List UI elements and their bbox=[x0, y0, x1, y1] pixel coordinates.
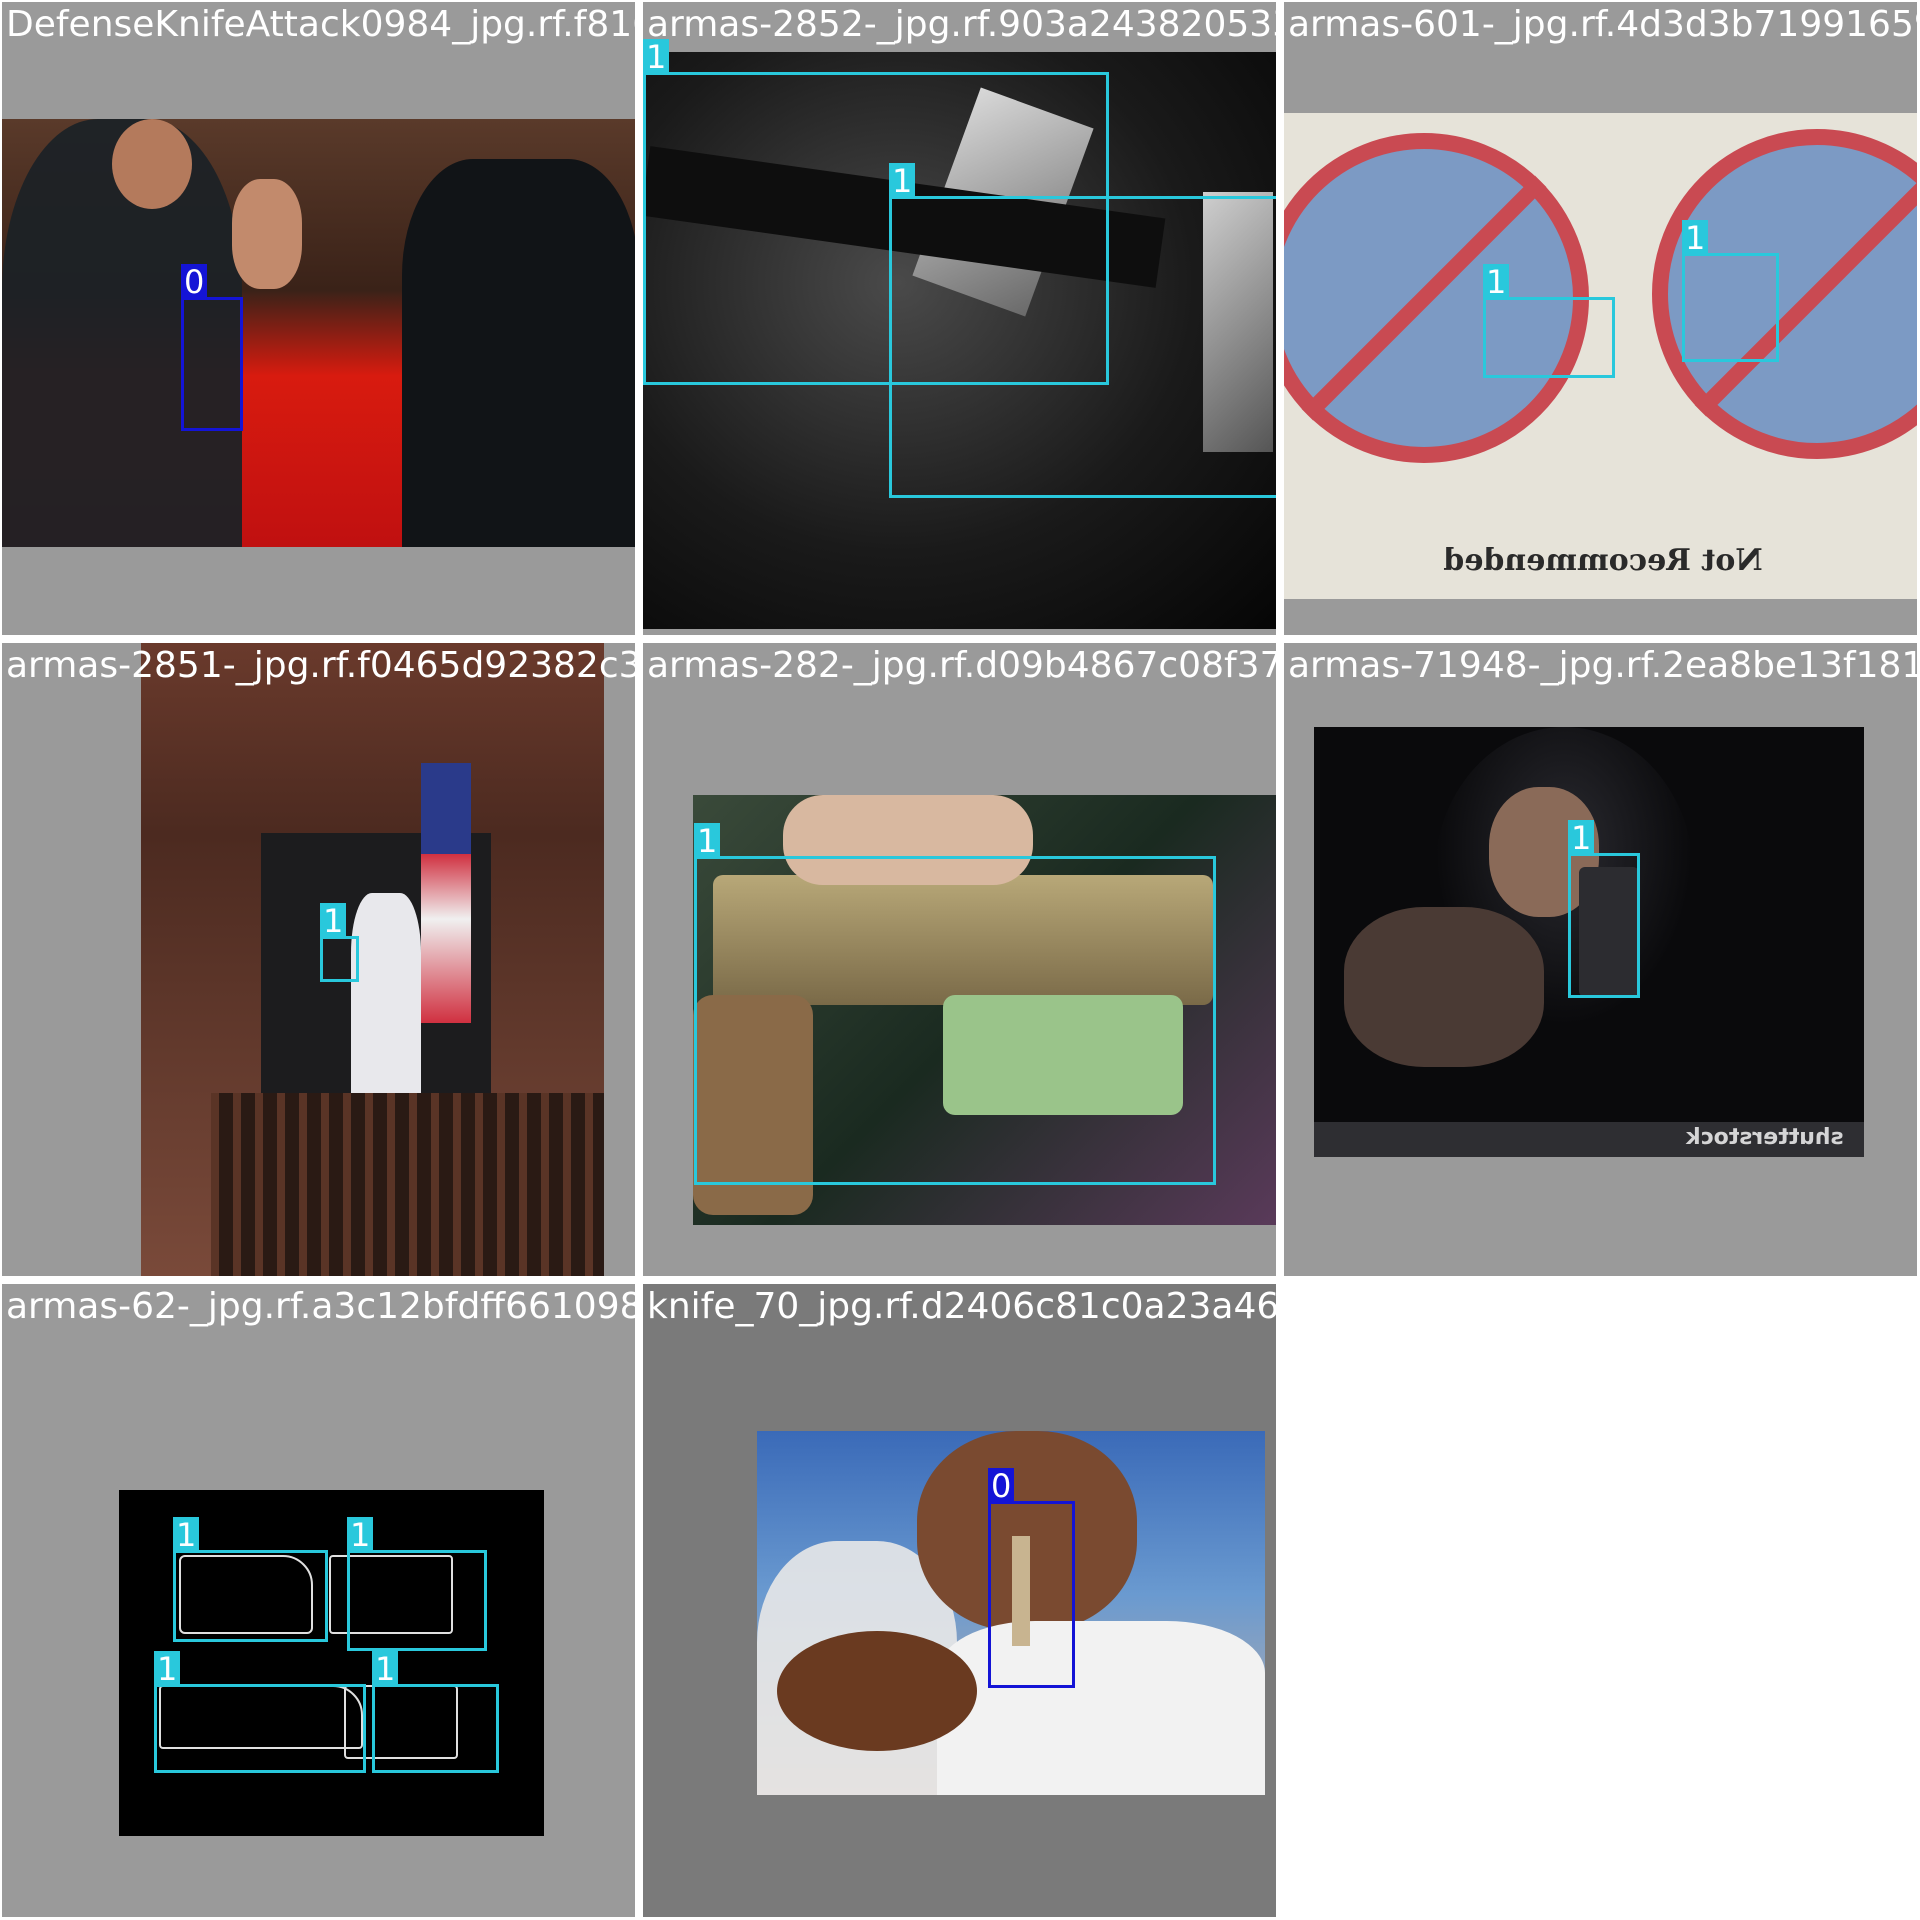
grid-tile: armas-601-_jpg.rf.4d3d3b71991659aa Not R… bbox=[1282, 0, 1919, 637]
tile-title: armas-71948-_jpg.rf.2ea8be13f1819b0 bbox=[1288, 645, 1917, 686]
grid-tile: armas-62-_jpg.rf.a3c12bfdff66109881962 1… bbox=[0, 1282, 637, 1919]
photo-porch-house bbox=[141, 643, 604, 1276]
grid-tile: armas-282-_jpg.rf.d09b4867c08f3783d48 1 bbox=[641, 641, 1278, 1278]
bbox-class-1: 1 bbox=[173, 1517, 328, 1642]
bbox-class-1: 1 bbox=[372, 1651, 499, 1773]
image-grid: DefenseKnifeAttack0984_jpg.rf.f8166f4d2d… bbox=[0, 0, 1920, 1920]
grid-tile: armas-2852-_jpg.rf.903a2438205338d316960… bbox=[641, 0, 1278, 637]
bbox-label: 1 bbox=[694, 823, 721, 859]
bbox-label: 1 bbox=[889, 163, 916, 199]
bbox-class-1: 1 bbox=[347, 1517, 487, 1651]
grid-tile: knife_70_jpg.rf.d2406c81c0a23a46fc1124d1… bbox=[641, 1282, 1278, 1919]
bbox-class-1: 1 bbox=[1568, 820, 1640, 998]
bbox-class-1: 1 bbox=[694, 823, 1216, 1185]
shutterstock-watermark: shutterstock bbox=[1686, 1125, 1844, 1150]
grid-tile: armas-71948-_jpg.rf.2ea8be13f1819b0 shut… bbox=[1282, 641, 1919, 1278]
tile-title: armas-601-_jpg.rf.4d3d3b71991659aa bbox=[1288, 4, 1919, 45]
bbox-label: 1 bbox=[154, 1651, 181, 1687]
tile-title: DefenseKnifeAttack0984_jpg.rf.f8166f4d2d bbox=[6, 4, 635, 45]
bbox-label: 1 bbox=[1568, 820, 1595, 856]
tile-title: armas-2852-_jpg.rf.903a2438205338d316960… bbox=[647, 4, 1276, 45]
bbox-label: 1 bbox=[643, 39, 670, 75]
bbox-class-1: 1 bbox=[320, 903, 359, 982]
bbox-class-0: 0 bbox=[988, 1468, 1075, 1688]
tile-title: armas-282-_jpg.rf.d09b4867c08f3783d48 bbox=[647, 645, 1278, 686]
sign-caption: Not Recommended bbox=[1443, 543, 1763, 578]
bbox-class-1: 1 bbox=[154, 1651, 366, 1773]
grid-tile: armas-2851-_jpg.rf.f0465d92382c38b876058… bbox=[0, 641, 637, 1278]
tile-title: armas-62-_jpg.rf.a3c12bfdff66109881962 bbox=[6, 1286, 637, 1327]
bbox-label: 1 bbox=[347, 1517, 374, 1553]
bbox-class-1: 1 bbox=[1682, 220, 1779, 362]
grid-tile: DefenseKnifeAttack0984_jpg.rf.f8166f4d2d… bbox=[0, 0, 637, 637]
bbox-label: 1 bbox=[372, 1651, 399, 1687]
bbox-label: 0 bbox=[988, 1468, 1015, 1504]
bbox-label: 1 bbox=[1483, 264, 1510, 300]
bbox-label: 0 bbox=[181, 264, 208, 300]
bbox-label: 1 bbox=[320, 903, 347, 939]
tile-title: knife_70_jpg.rf.d2406c81c0a23a46fc1124d1 bbox=[647, 1286, 1278, 1327]
bbox-label: 1 bbox=[173, 1517, 200, 1553]
bbox-class-0: 0 bbox=[181, 264, 243, 431]
bbox-label: 1 bbox=[1682, 220, 1709, 256]
photo-knife-defense bbox=[2, 119, 635, 547]
bbox-class-1: 1 bbox=[889, 163, 1276, 498]
bbox-class-1: 1 bbox=[1483, 264, 1615, 378]
